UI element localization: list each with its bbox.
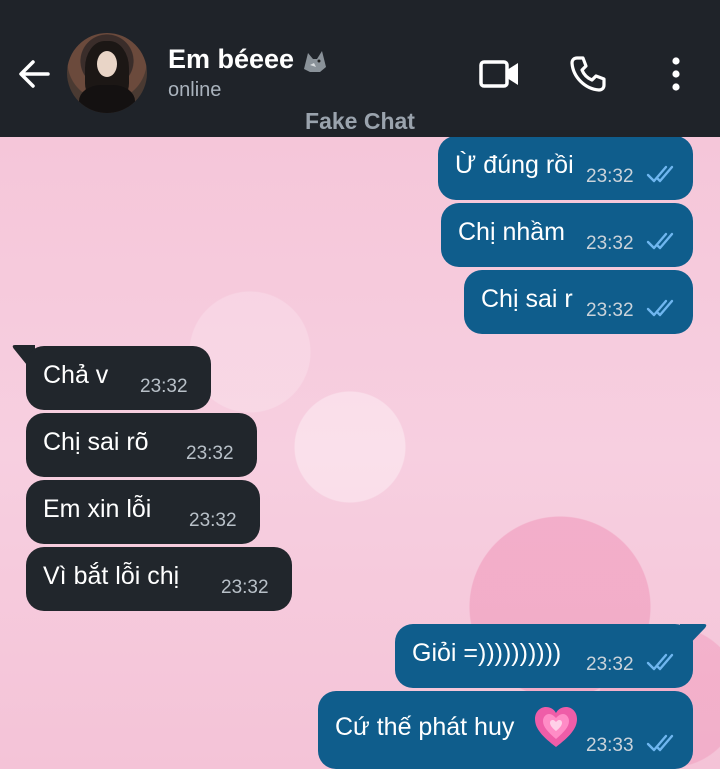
- outgoing-message[interactable]: Giỏi =)))))))))) 23:32: [395, 624, 693, 688]
- message-time: 23:32: [140, 376, 188, 397]
- message-text: Chị nhầm: [458, 218, 565, 246]
- back-button[interactable]: [14, 54, 54, 94]
- voice-call-button[interactable]: [566, 52, 610, 96]
- message-text: Em xin lỗi: [43, 495, 152, 523]
- incoming-message[interactable]: Em xin lỗi 23:32: [26, 480, 260, 544]
- double-check-icon: [646, 653, 674, 671]
- message-time: 23:32: [586, 300, 634, 321]
- double-check-icon: [646, 165, 674, 183]
- arrow-left-icon: [19, 60, 50, 88]
- video-camera-icon: [479, 60, 518, 88]
- double-check-icon: [646, 299, 674, 317]
- message-text: Ừ đúng rồi: [455, 151, 574, 179]
- message-text: Chả v: [43, 361, 109, 389]
- outgoing-message[interactable]: Chị sai r 23:32: [464, 270, 693, 334]
- message-time: 23:32: [586, 233, 634, 254]
- wolf-icon: [304, 50, 327, 72]
- outgoing-message[interactable]: Chị nhầm 23:32: [441, 203, 693, 267]
- message-list[interactable]: Ừ đúng rồi 23:32 Chị nhầm 23:32 Chị sai …: [0, 137, 720, 769]
- double-check-icon: [646, 734, 674, 752]
- outgoing-message[interactable]: Ừ đúng rồi 23:32: [438, 137, 693, 200]
- message-time: 23:32: [186, 443, 234, 464]
- message-text: Cứ thế phát huy: [335, 713, 515, 741]
- message-text: Chị sai r: [481, 285, 573, 313]
- growing-heart-icon: [535, 707, 577, 747]
- phone-icon: [570, 56, 606, 92]
- incoming-message[interactable]: Chị sai rõ 23:32: [26, 413, 257, 477]
- bubble-tail: [680, 624, 707, 654]
- incoming-message[interactable]: Vì bắt lỗi chị 23:32: [26, 547, 292, 611]
- more-vertical-icon: [672, 57, 680, 91]
- outgoing-message[interactable]: Cứ thế phát huy 23:33: [318, 691, 693, 769]
- double-check-icon: [646, 232, 674, 250]
- message-time: 23:32: [586, 166, 634, 187]
- contact-name-text: Em béeee: [168, 44, 295, 74]
- message-time: 23:33: [586, 735, 634, 756]
- incoming-message[interactable]: Chả v 23:32: [26, 346, 211, 410]
- avatar[interactable]: [67, 33, 147, 113]
- video-call-button[interactable]: [478, 52, 522, 96]
- message-text: Vì bắt lỗi chị: [43, 562, 180, 590]
- online-status: online: [168, 79, 222, 101]
- message-time: 23:32: [586, 654, 634, 675]
- more-options-button[interactable]: [654, 52, 698, 96]
- contact-name[interactable]: Em béeee: [168, 44, 330, 75]
- message-time: 23:32: [221, 577, 269, 598]
- message-text: Giỏi =)))))))))): [412, 639, 562, 667]
- message-text: Chị sai rõ: [43, 428, 149, 456]
- fake-chat-watermark: Fake Chat: [305, 108, 415, 134]
- message-time: 23:32: [189, 510, 237, 531]
